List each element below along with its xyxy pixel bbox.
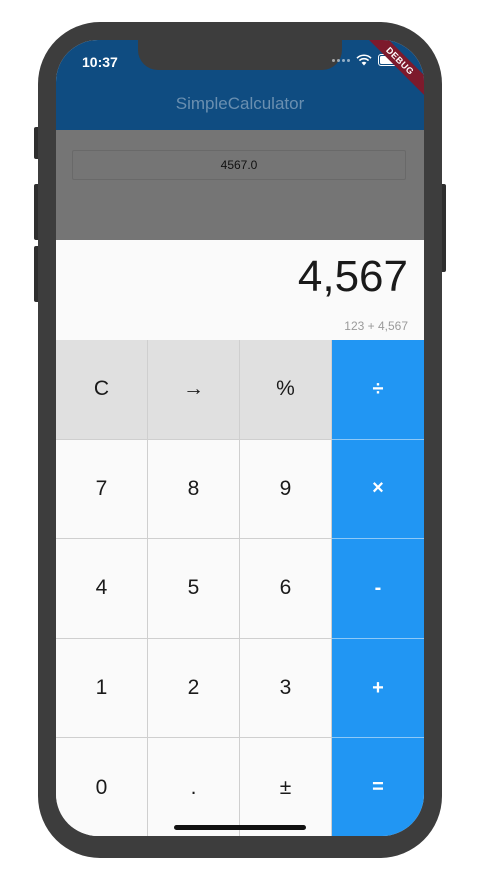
key-divide[interactable]: ÷ bbox=[332, 340, 424, 440]
key-3[interactable]: 3 bbox=[240, 638, 332, 739]
calculator-display: 4,567 123 + 4,567 bbox=[56, 240, 424, 340]
key-9[interactable]: 9 bbox=[240, 439, 332, 540]
key-equals[interactable]: = bbox=[332, 738, 424, 836]
key-1[interactable]: 1 bbox=[56, 638, 148, 739]
key-7[interactable]: 7 bbox=[56, 439, 148, 540]
keypad: C → % ÷ 7 8 9 × 4 5 6 - 1 2 3 + 0 . ± = bbox=[56, 340, 424, 836]
key-5[interactable]: 5 bbox=[148, 539, 240, 639]
status-time: 10:37 bbox=[82, 54, 118, 70]
key-4[interactable]: 4 bbox=[56, 539, 148, 639]
key-0[interactable]: 0 bbox=[56, 738, 148, 836]
app-title: SimpleCalculator bbox=[175, 94, 305, 113]
display-expression: 123 + 4,567 bbox=[344, 319, 408, 333]
result-field[interactable]: 4567.0 bbox=[72, 150, 406, 180]
key-percent[interactable]: % bbox=[240, 340, 332, 440]
key-8[interactable]: 8 bbox=[148, 439, 240, 540]
debug-banner: DEBUG bbox=[359, 40, 424, 102]
app-screen: 10:37 DEBUG SimpleCalculator 4567.0 4,56… bbox=[56, 40, 424, 836]
key-decimal[interactable]: . bbox=[148, 738, 240, 836]
device-notch bbox=[138, 40, 342, 70]
key-6[interactable]: 6 bbox=[240, 539, 332, 639]
key-add[interactable]: + bbox=[332, 638, 424, 739]
key-negate[interactable]: ± bbox=[240, 738, 332, 836]
key-2[interactable]: 2 bbox=[148, 638, 240, 739]
wifi-icon bbox=[356, 54, 372, 66]
cellular-signal-icon bbox=[332, 58, 350, 62]
home-indicator bbox=[174, 825, 306, 830]
key-multiply[interactable]: × bbox=[332, 439, 424, 540]
app-bar: 10:37 DEBUG SimpleCalculator bbox=[56, 40, 424, 130]
display-value: 4,567 bbox=[297, 252, 408, 301]
key-backspace[interactable]: → bbox=[148, 340, 240, 440]
key-clear[interactable]: C bbox=[56, 340, 148, 440]
result-panel: 4567.0 bbox=[56, 130, 424, 240]
key-subtract[interactable]: - bbox=[332, 539, 424, 639]
